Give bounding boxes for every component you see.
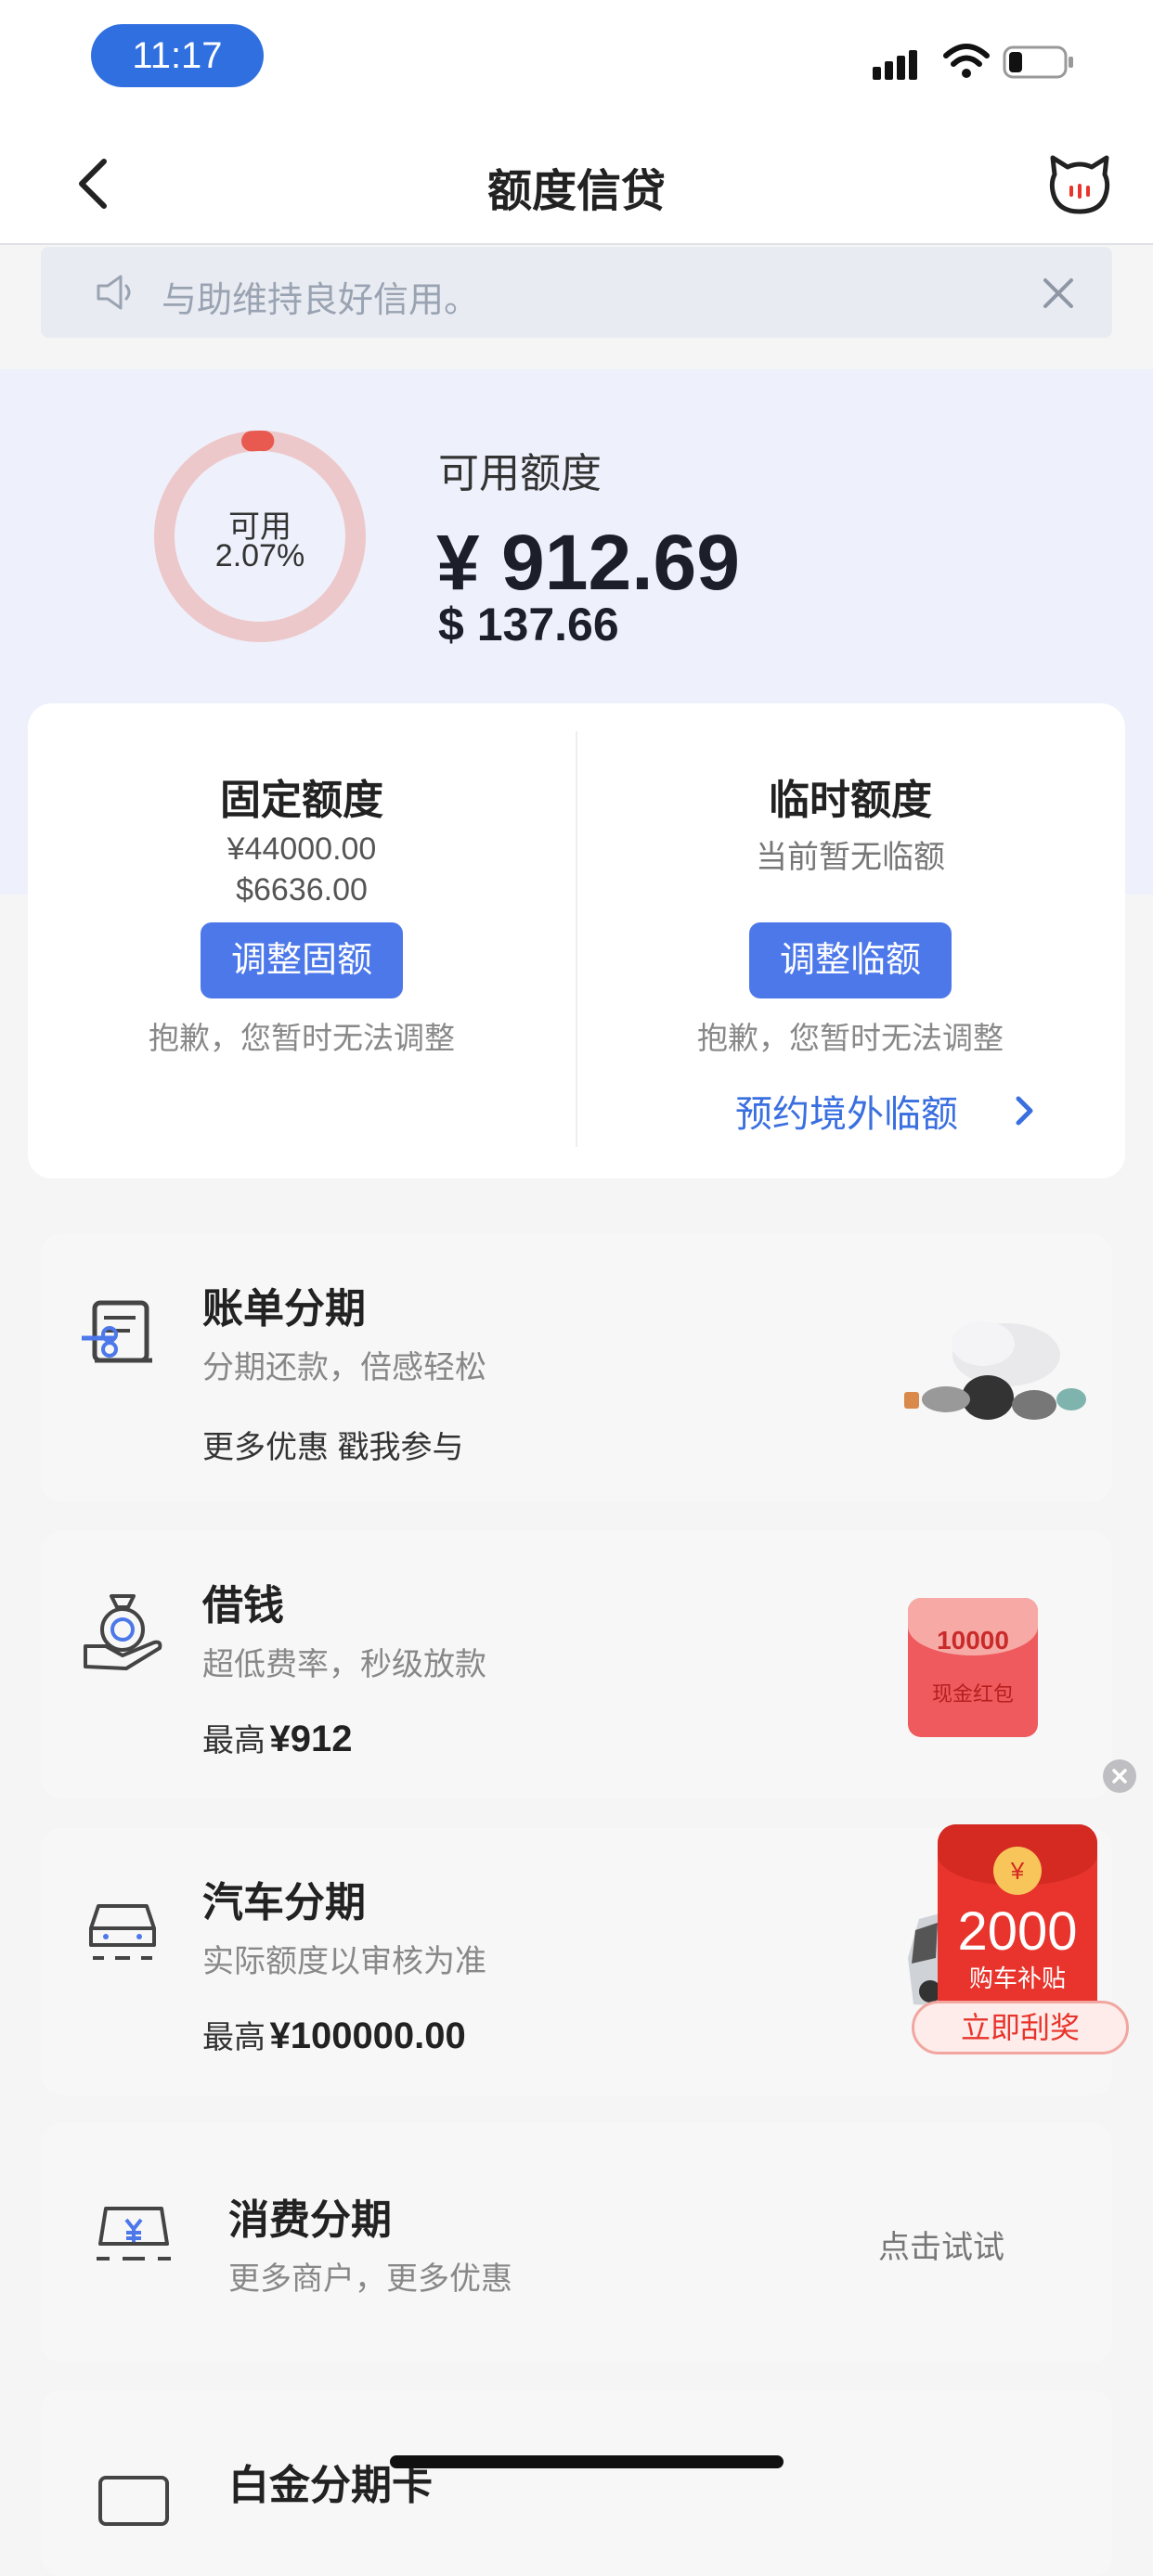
nav-bar: 额度信贷	[0, 121, 1153, 245]
speaker-icon	[97, 275, 131, 310]
home-indicator	[390, 2455, 784, 2468]
fixed-quota-title: 固定额度	[220, 778, 383, 823]
red-packet-image: 10000 现金红包	[908, 1598, 1038, 1737]
chevron-right-icon	[1016, 1096, 1033, 1126]
signal-icon	[873, 50, 917, 80]
adjust-fixed-button[interactable]: 调整固额	[201, 922, 403, 998]
adjust-temp-button[interactable]: 调整临额	[749, 922, 952, 998]
item-title: 账单分期	[202, 1286, 366, 1332]
battery-icon	[1003, 45, 1073, 79]
close-icon[interactable]	[1042, 277, 1075, 310]
quota-card: 固定额度 ¥44000.00 $6636.00 调整固额 抱歉，您暂时无法调整 …	[28, 703, 1125, 1179]
max-amount: 最高 ¥100000.00	[202, 2012, 466, 2057]
notice-bar: 与助维持良好信用。	[41, 247, 1112, 338]
cookware-image	[904, 1321, 1086, 1420]
quota-divider	[576, 731, 577, 1147]
wifi-icon	[943, 44, 990, 78]
bill-installment-icon	[82, 1300, 152, 1363]
red-packet-label: 现金红包	[931, 1682, 1014, 1706]
item-title: 借钱	[202, 1583, 284, 1629]
max-prefix: 最高	[202, 1723, 266, 1758]
close-icon	[1112, 1769, 1127, 1784]
fixed-quota-cny: ¥44000.00	[227, 831, 377, 867]
max-prefix: 最高	[202, 2020, 266, 2055]
overseas-temp-quota-link[interactable]: 预约境外临额	[735, 1084, 1033, 1140]
max-value: ¥100000.00	[269, 2016, 466, 2056]
temp-quota-title: 临时额度	[769, 778, 932, 823]
item-subtitle: 分期还款，倍感轻松	[202, 1350, 486, 1385]
card-icon	[98, 2476, 169, 2526]
car-subsidy-promo[interactable]: ¥ 2000 购车补贴	[938, 1824, 1097, 2021]
status-time: 11:17	[91, 24, 264, 87]
temp-quota-status: 当前暂无临额	[756, 840, 945, 875]
red-packet-amount: 10000	[937, 1626, 1009, 1655]
available-title: 可用额度	[438, 451, 602, 496]
item-title: 汽车分期	[202, 1880, 366, 1926]
borrow-item[interactable]: 借钱 超低费率，秒级放款 最高 ¥912 10000 现金红包	[41, 1531, 1112, 1798]
promo-close-button[interactable]	[1103, 1759, 1136, 1793]
max-value: ¥912	[269, 1719, 353, 1759]
fixed-quota-note: 抱歉，您暂时无法调整	[149, 1021, 455, 1055]
ring-percent: 2.07%	[214, 538, 305, 573]
available-amount-cny: ¥ 912.69	[436, 519, 740, 606]
bill-installment-item[interactable]: 账单分期 分期还款，倍感轻松 更多优惠 戳我参与	[41, 1234, 1112, 1501]
consumer-installment-item[interactable]: 消费分期 更多商户，更多优惠 点击试试	[41, 2123, 1112, 2363]
money-bag-icon	[84, 1594, 162, 1670]
available-amount-usd: $ 137.66	[438, 599, 619, 650]
item-promo-text: 更多优惠 戳我参与	[202, 1430, 464, 1465]
item-subtitle: 实际额度以审核为准	[202, 1944, 486, 1979]
scratch-prize-button[interactable]: 立即刮奖	[912, 2001, 1129, 2054]
max-amount: 最高 ¥912	[202, 1715, 352, 1760]
item-subtitle: 更多商户，更多优惠	[228, 2261, 512, 2297]
coin-icon: ¥	[993, 1847, 1042, 1895]
temp-quota-note: 抱歉，您暂时无法调整	[697, 1021, 1004, 1055]
notice-text: 与助维持良好信用。	[162, 281, 480, 320]
car-icon	[89, 1904, 156, 1960]
try-action-text[interactable]: 点击试试	[878, 2222, 1004, 2267]
fixed-quota-usd: $6636.00	[236, 872, 368, 908]
page-title: 额度信贷	[486, 167, 666, 216]
overseas-temp-quota-label: 预约境外临额	[735, 1094, 958, 1135]
consumer-installment-icon	[97, 2207, 171, 2260]
promo-label: 购车补贴	[968, 1964, 1066, 1992]
platinum-installment-item[interactable]: 白金分期卡	[41, 2390, 1112, 2576]
item-title: 消费分期	[228, 2197, 392, 2243]
status-bar: 11:17	[0, 0, 1153, 121]
item-subtitle: 超低费率，秒级放款	[202, 1647, 486, 1682]
promo-amount: 2000	[957, 1901, 1078, 1962]
customer-service-icon[interactable]	[1047, 154, 1112, 215]
